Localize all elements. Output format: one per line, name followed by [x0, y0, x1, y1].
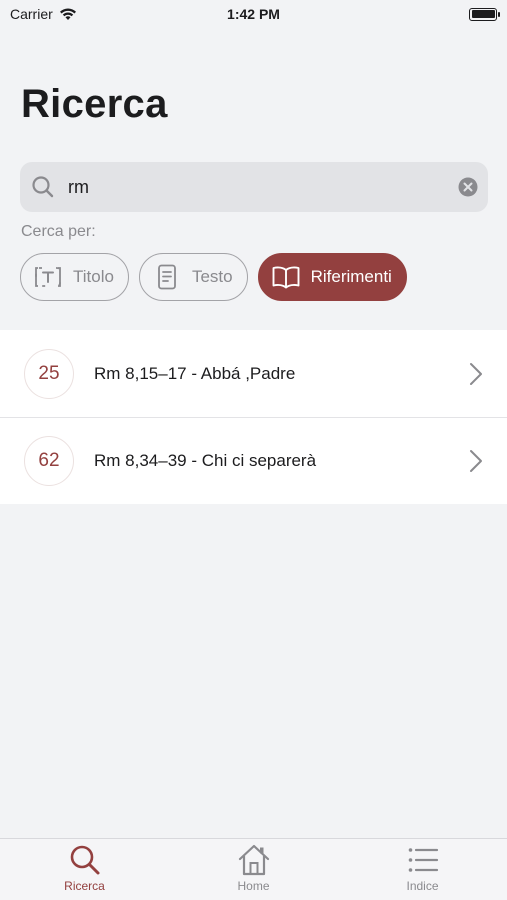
- tab-label: Ricerca: [64, 879, 105, 893]
- list-item[interactable]: 62 Rm 8,34–39 - Chi ci separerà: [0, 417, 507, 504]
- filter-chips: Titolo Testo Riferimenti: [20, 253, 407, 301]
- search-input[interactable]: [68, 176, 458, 198]
- search-by-label: Cerca per:: [21, 223, 96, 240]
- carrier-label: Carrier: [10, 6, 53, 22]
- page-title: Ricerca: [21, 82, 168, 126]
- document-icon: [158, 264, 176, 290]
- tab-bar: Ricerca Home Indice: [0, 838, 507, 900]
- chevron-right-icon: [470, 450, 482, 472]
- wifi-icon: [59, 8, 76, 20]
- tab-label: Indice: [406, 879, 439, 893]
- title-icon: [35, 267, 61, 287]
- chip-label: Testo: [191, 267, 233, 286]
- chip-titolo[interactable]: Titolo: [20, 253, 129, 301]
- search-bar[interactable]: [20, 162, 488, 212]
- status-bar: Carrier 1:42 PM: [0, 0, 507, 28]
- list-icon: [408, 848, 438, 872]
- list-item[interactable]: 25 Rm 8,15–17 - Abbá ,Padre: [0, 330, 507, 417]
- clear-icon[interactable]: [458, 177, 478, 197]
- chevron-right-icon: [470, 362, 482, 385]
- status-left: Carrier: [10, 6, 77, 22]
- book-icon: [272, 266, 300, 289]
- results-list: 25 Rm 8,15–17 - Abbá ,Padre 62 Rm 8,34–3…: [0, 330, 507, 504]
- search-icon: [70, 845, 99, 875]
- item-title: Rm 8,34–39 - Chi ci separerà: [94, 451, 317, 470]
- item-number-badge: 62: [24, 436, 74, 486]
- item-number-badge: 25: [24, 348, 74, 399]
- search-icon: [32, 176, 54, 198]
- tab-indice[interactable]: Indice: [338, 839, 507, 900]
- screen: Carrier 1:42 PM Ricerca Cerca per:: [0, 0, 507, 900]
- home-icon: [238, 844, 269, 876]
- chip-label: Riferimenti: [310, 267, 392, 286]
- battery-icon: [469, 7, 500, 21]
- chip-label: Titolo: [73, 267, 114, 286]
- tab-label: Home: [237, 879, 270, 893]
- item-title: Rm 8,15–17 - Abbá ,Padre: [94, 363, 296, 383]
- chip-riferimenti[interactable]: Riferimenti: [257, 253, 407, 301]
- battery-level: [471, 10, 495, 18]
- tab-ricerca[interactable]: Ricerca: [0, 839, 169, 900]
- chip-testo[interactable]: Testo: [138, 253, 248, 301]
- tab-home[interactable]: Home: [169, 839, 338, 900]
